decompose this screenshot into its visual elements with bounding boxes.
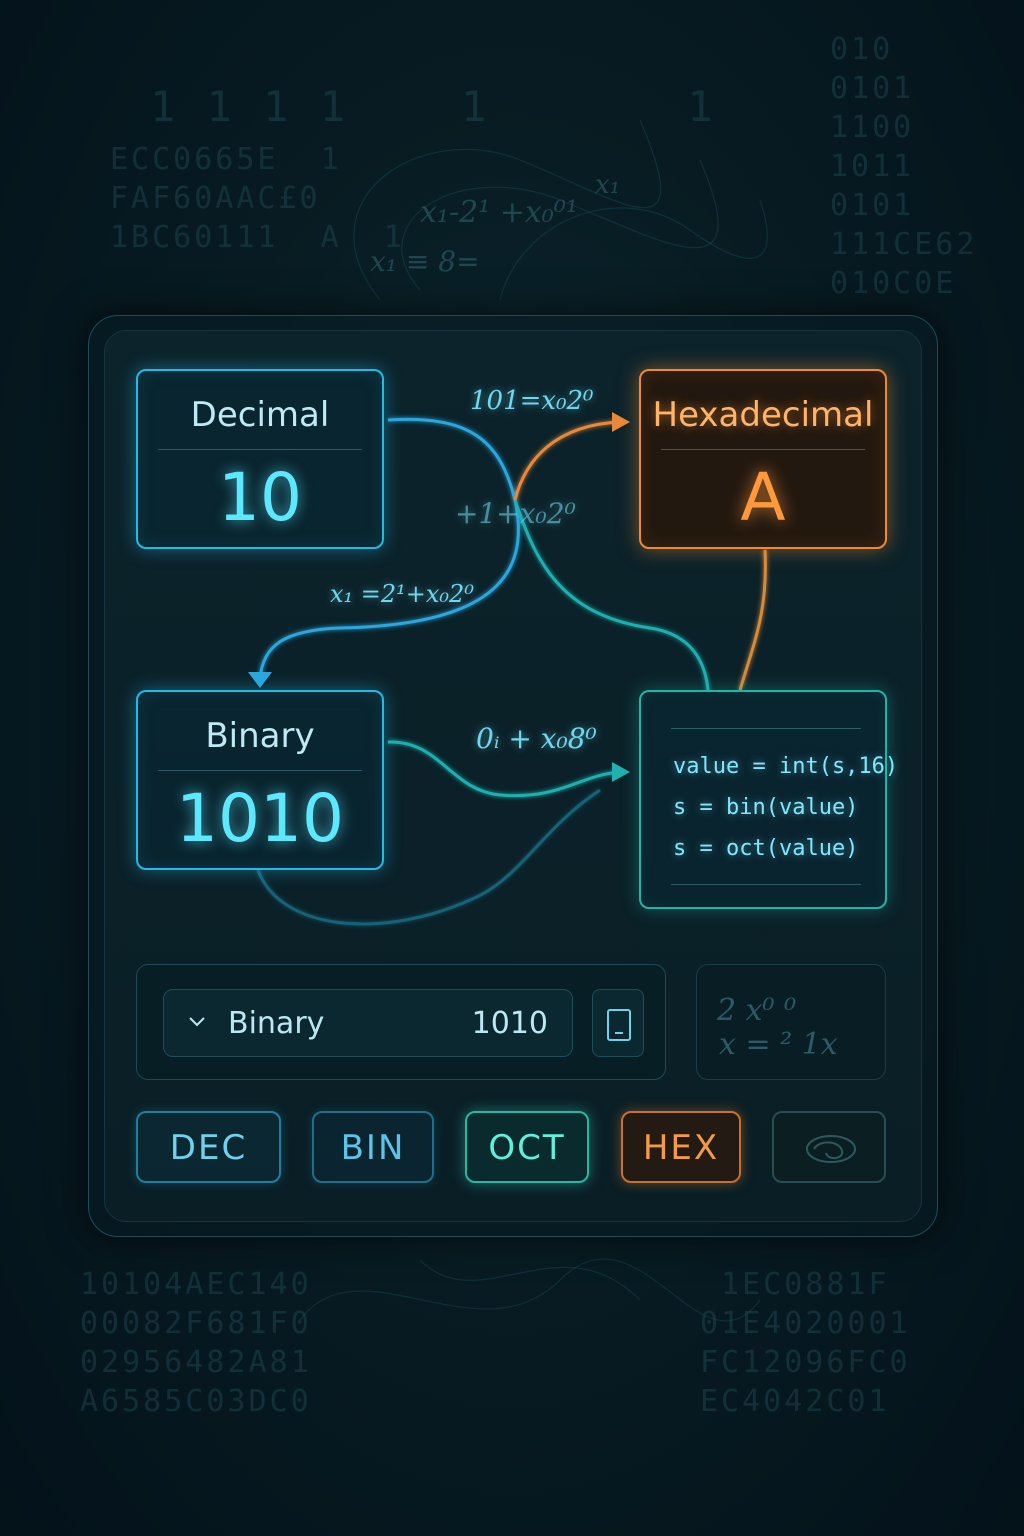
converter-control-bar: Binary 1010 [136,964,666,1080]
arrowhead-binary [248,672,272,688]
code-card-bottom-rule [671,884,861,885]
formula-decimal-to-hex: 101=x₀2⁰ [470,386,594,416]
binary-card: Binary 1010 [136,690,384,870]
swirl-icon [806,1135,856,1163]
code-line-1: value = int(s,16) [673,754,899,779]
ghost-math-2: x = ² 1x [719,1027,838,1062]
copy-icon [607,1009,631,1041]
binary-card-value: 1010 [176,780,344,857]
ghost-math-1: 2 x⁰ ⁰ [717,993,797,1028]
chevron-down-icon [189,1017,205,1027]
copy-button[interactable] [592,989,644,1057]
code-line-2: s = bin(value) [673,795,859,820]
hexadecimal-card-title: Hexadecimal [652,395,874,435]
hex-down-line [738,549,767,691]
bin-mode-button[interactable]: BIN [312,1111,434,1183]
decimal-card-title: Decimal [190,395,330,435]
oct-mode-button[interactable]: OCT [465,1111,589,1183]
decimal-card: Decimal 10 [136,369,384,549]
hexadecimal-card-divider [661,449,865,450]
base-select-value: 1010 [471,1006,548,1041]
hex-mode-button[interactable]: HEX [621,1111,741,1183]
dec-mode-button[interactable]: DEC [136,1111,281,1183]
hexadecimal-card-value: A [740,459,786,536]
arrowhead-code [612,762,630,782]
formula-decimal-to-binary: x₁ =2¹+x₀2⁰ [330,580,474,608]
formula-preview-box: 2 x⁰ ⁰ x = ² 1x [696,964,886,1080]
hex-incoming-arrow [513,420,621,501]
base-select[interactable]: Binary 1010 [163,989,573,1057]
arrowhead-hex [612,412,630,432]
extra-mode-button[interactable] [772,1111,886,1183]
formula-center: +1+x₀2⁰ [455,497,576,530]
binary-card-divider [158,770,362,771]
base-select-label: Binary [228,1006,325,1041]
code-card-top-rule [671,728,861,729]
binary-card-title: Binary [205,716,315,756]
formula-binary-to-code: 0ᵢ + x₀8⁰ [476,722,597,755]
hexadecimal-card: Hexadecimal A [639,369,887,549]
decimal-card-value: 10 [218,459,302,536]
decimal-card-divider [158,449,362,450]
code-line-3: s = oct(value) [673,836,859,861]
code-card: value = int(s,16) s = bin(value) s = oct… [639,690,898,909]
